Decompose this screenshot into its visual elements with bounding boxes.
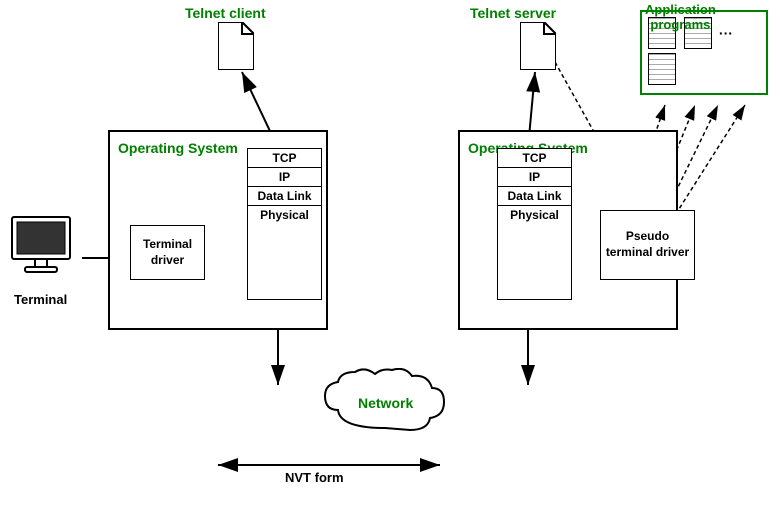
- left-physical-label: Physical: [248, 206, 321, 224]
- pseudo-terminal-driver-label: Pseudo terminal driver: [601, 229, 694, 260]
- telnet-server-icon: [520, 22, 556, 70]
- left-os-label: Operating System: [118, 140, 238, 156]
- right-ip-label: IP: [498, 168, 571, 187]
- app-icon-3: [648, 53, 676, 85]
- pseudo-terminal-driver-box: Pseudo terminal driver: [600, 210, 695, 280]
- telnet-client-label: Telnet client: [185, 5, 266, 21]
- telnet-server-label: Telnet server: [470, 5, 556, 21]
- application-programs-label: Applicationprograms: [645, 2, 716, 32]
- telnet-client-icon: [218, 22, 254, 70]
- diagram: Operating System Operating System Termin…: [0, 0, 781, 509]
- nvt-form-label: NVT form: [285, 470, 344, 485]
- right-tcp-stack: TCP IP Data Link Physical: [497, 148, 572, 300]
- terminal-driver-label: Terminal driver: [131, 237, 204, 268]
- terminal-driver-box: Terminal driver: [130, 225, 205, 280]
- network-label: Network: [358, 395, 413, 411]
- right-datalink-label: Data Link: [498, 187, 571, 206]
- left-datalink-label: Data Link: [248, 187, 321, 206]
- left-tcp-stack: TCP IP Data Link Physical: [247, 148, 322, 300]
- terminal-icon: [10, 215, 80, 285]
- left-tcp-label: TCP: [248, 149, 321, 168]
- right-tcp-label: TCP: [498, 149, 571, 168]
- right-physical-label: Physical: [498, 206, 571, 224]
- terminal-label: Terminal: [14, 292, 67, 307]
- app-dots: ···: [719, 25, 729, 41]
- left-ip-label: IP: [248, 168, 321, 187]
